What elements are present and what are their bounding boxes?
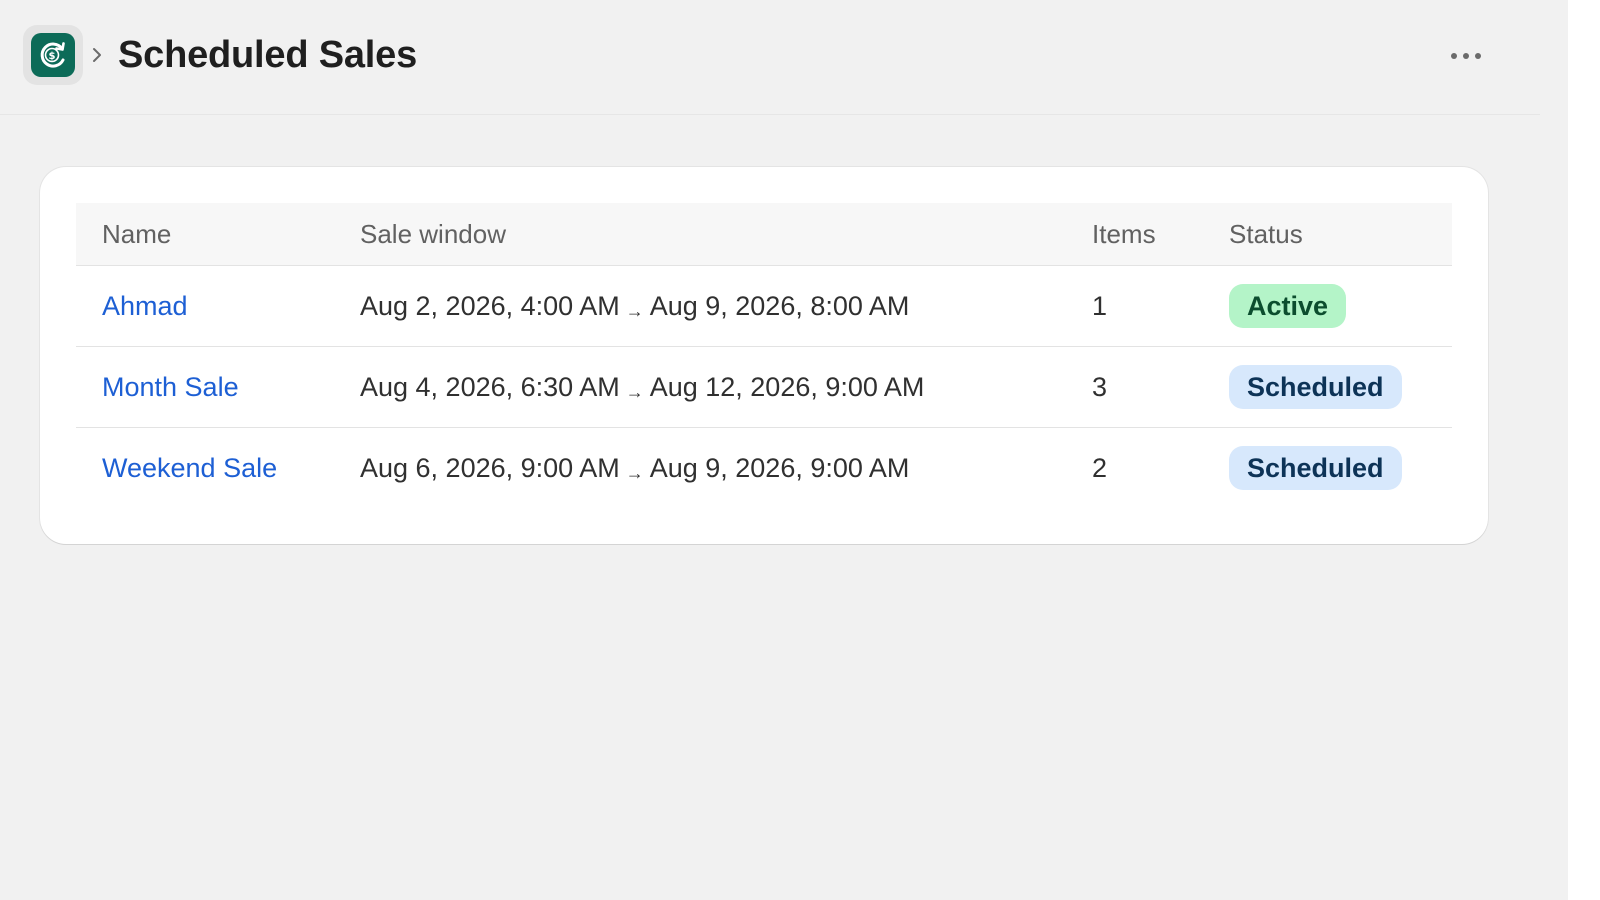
status-cell: Scheduled (1229, 428, 1452, 509)
name-cell: Weekend Sale (76, 428, 360, 509)
sale-start: Aug 2, 2026, 4:00 AM (360, 290, 620, 321)
sale-start: Aug 4, 2026, 6:30 AM (360, 371, 620, 402)
column-header-sale-window[interactable]: Sale window (360, 203, 1092, 266)
status-badge: Active (1229, 284, 1347, 328)
sale-name-link[interactable]: Month Sale (102, 372, 239, 402)
page-title: Scheduled Sales (118, 34, 418, 76)
name-cell: Ahmad (76, 265, 360, 347)
sale-name-link[interactable]: Weekend Sale (102, 453, 277, 483)
sales-card: Name Sale window Items Status Ahmad Aug … (40, 167, 1488, 544)
sale-start: Aug 6, 2026, 9:00 AM (360, 452, 620, 483)
arrow-right-icon: → (625, 462, 644, 483)
sale-window-cell: Aug 4, 2026, 6:30 AM → Aug 12, 2026, 9:00 … (360, 346, 1092, 428)
chevron-right-icon (89, 40, 105, 70)
sale-window-cell: Aug 6, 2026, 9:00 AM → Aug 9, 2026, 9:00 A… (360, 428, 1092, 509)
items-count: 2 (1092, 452, 1108, 483)
column-header-name[interactable]: Name (76, 203, 360, 266)
items-count: 3 (1092, 346, 1229, 428)
page-header: $ Scheduled Sales (0, 0, 1540, 115)
dollar-sync-icon: $ (31, 33, 75, 77)
arrow-right-icon: → (625, 381, 644, 402)
arrow-right-icon: → (625, 300, 644, 321)
sale-end: Aug 9, 2026, 8:00 AM (649, 290, 910, 321)
status-badge: Scheduled (1229, 446, 1402, 490)
table-row[interactable]: Month Sale Aug 4, 2026, 6:30 AM → Aug 12, … (76, 346, 1452, 428)
sale-end: Aug 9, 2026, 9:00 AM (649, 452, 910, 483)
sales-table: Name Sale window Items Status Ahmad Aug … (76, 203, 1452, 508)
status-badge: Scheduled (1229, 365, 1402, 409)
more-horizontal-icon (1451, 53, 1481, 59)
status-cell: Scheduled (1229, 346, 1452, 428)
name-cell: Month Sale (76, 346, 360, 428)
table-row[interactable]: Ahmad Aug 2, 2026, 4:00 AM → Aug 9, 2026, … (76, 265, 1452, 347)
more-actions-button[interactable] (1440, 40, 1492, 72)
column-header-items[interactable]: Items (1092, 203, 1229, 266)
table-row[interactable]: Weekend Sale Aug 6, 2026, 9:00 AM → Aug 9,… (76, 428, 1452, 509)
sale-window-cell: Aug 2, 2026, 4:00 AM → Aug 9, 2026, 8:00 A… (360, 265, 1092, 347)
window-edge (1568, 0, 1600, 900)
svg-text:$: $ (49, 51, 56, 62)
sale-name-link[interactable]: Ahmad (102, 291, 188, 321)
status-cell: Active (1229, 265, 1452, 347)
app-icon-button[interactable]: $ (23, 25, 83, 85)
table-header-row: Name Sale window Items Status (76, 203, 1452, 266)
sale-end: Aug 12, 2026, 9:00 AM (649, 371, 925, 402)
items-count: 1 (1092, 265, 1229, 347)
column-header-status[interactable]: Status (1229, 203, 1452, 266)
